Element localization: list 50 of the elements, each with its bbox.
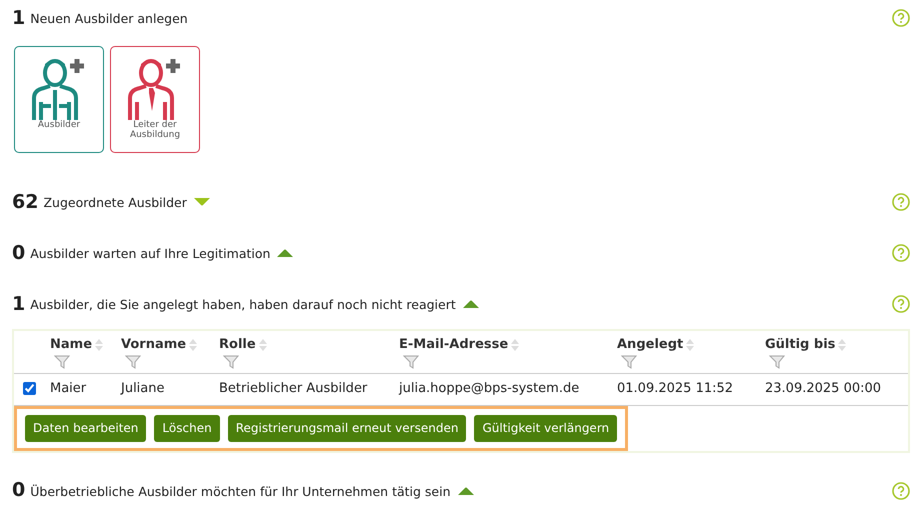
- role-tile[interactable]: Leiter der Ausbildung: [110, 46, 200, 153]
- role-tile[interactable]: Ausbilder: [14, 46, 104, 153]
- section-title: Ausbilder, die Sie angelegt haben, haben darauf noch nicht reagiert: [30, 296, 456, 314]
- section-title: Ausbilder warten auf Ihre Legitimation: [30, 245, 270, 264]
- sort-icon[interactable]: [510, 338, 520, 352]
- column-header[interactable]: E-Mail-Adresse: [399, 335, 508, 354]
- sort-icon[interactable]: [258, 338, 268, 352]
- collapse-triangle-icon[interactable]: [276, 248, 294, 258]
- count: 0: [12, 240, 26, 266]
- help-icon[interactable]: [892, 244, 910, 262]
- column-header[interactable]: Rolle: [219, 335, 256, 354]
- column-header[interactable]: Name: [50, 335, 92, 354]
- filter-icon[interactable]: [54, 354, 70, 368]
- column-header[interactable]: Vorname: [121, 335, 186, 354]
- section-title: Neuen Ausbilder anlegen: [30, 10, 188, 28]
- row-checkbox[interactable]: [23, 382, 36, 396]
- table-cell: 23.09.2025 00:00: [765, 373, 908, 405]
- table-cell: Juliane: [121, 373, 219, 405]
- table-cell: julia.hoppe@bps-system.de: [399, 373, 617, 405]
- table-cell: Betrieblicher Ausbilder: [219, 373, 399, 405]
- count: 0: [12, 478, 26, 504]
- sort-icon[interactable]: [94, 338, 104, 352]
- column-header[interactable]: Angelegt: [617, 335, 684, 354]
- sort-icon[interactable]: [685, 338, 696, 352]
- collapse-triangle-icon[interactable]: [456, 486, 475, 496]
- count: 62: [12, 190, 38, 215]
- table-cell: 01.09.2025 11:52: [617, 373, 765, 405]
- expand-triangle-icon[interactable]: [192, 197, 211, 207]
- action-button[interactable]: Löschen: [154, 414, 220, 442]
- filter-icon[interactable]: [769, 354, 785, 368]
- filter-icon[interactable]: [125, 354, 141, 368]
- sort-icon[interactable]: [188, 338, 198, 352]
- filter-icon[interactable]: [621, 354, 637, 368]
- column-header[interactable]: Gültig bis: [765, 335, 836, 354]
- help-icon[interactable]: [892, 9, 910, 27]
- section-title: Zugeordnete Ausbilder: [43, 194, 187, 212]
- filter-icon[interactable]: [403, 354, 419, 368]
- action-button[interactable]: Daten bearbeiten: [25, 414, 146, 442]
- collapse-triangle-icon[interactable]: [462, 299, 480, 309]
- sort-icon[interactable]: [837, 338, 848, 352]
- action-button[interactable]: Gültigkeit verlängern: [474, 414, 618, 442]
- help-icon[interactable]: [892, 193, 910, 211]
- help-icon[interactable]: [892, 482, 910, 500]
- count: 1: [12, 6, 26, 31]
- count: 1: [12, 292, 26, 317]
- help-icon[interactable]: [892, 295, 910, 313]
- table-cell: Maier: [50, 373, 121, 405]
- action-button[interactable]: Registrierungsmail erneut versenden: [228, 414, 466, 442]
- filter-icon[interactable]: [223, 354, 239, 368]
- section-title: Überbetriebliche Ausbilder möchten für Ihr Unternehmen tätig sein: [30, 482, 451, 501]
